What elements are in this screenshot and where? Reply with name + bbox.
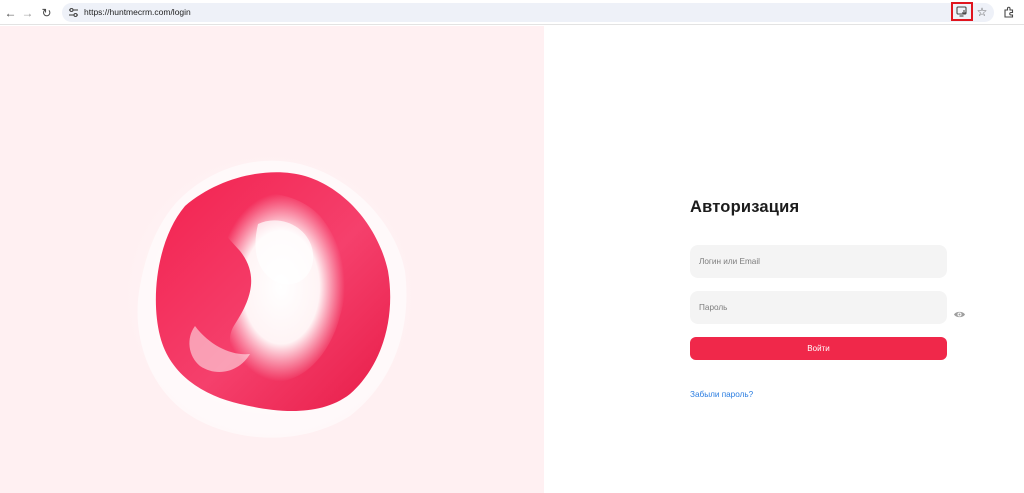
reload-icon[interactable]: ↻ (38, 4, 55, 21)
login-email-input[interactable] (690, 245, 947, 278)
login-submit-button[interactable]: Войти (690, 337, 947, 360)
bookmark-star-icon[interactable]: ☆ (975, 4, 989, 20)
login-panel: Авторизация Войти Забыли пароль? (544, 26, 1024, 493)
extensions-icon[interactable] (1001, 4, 1017, 20)
install-app-icon (956, 6, 967, 17)
install-app-button[interactable] (951, 2, 973, 21)
forgot-password-link[interactable]: Забыли пароль? (690, 390, 753, 399)
hero-illustration-panel (0, 26, 544, 493)
page-title: Авторизация (690, 198, 800, 216)
site-settings-icon[interactable] (67, 6, 80, 19)
url-text: https://huntmecrm.com/login (84, 7, 191, 17)
pink-blob-illustration (122, 151, 418, 441)
show-password-eye-icon[interactable] (953, 308, 966, 321)
browser-toolbar: ← → ↻ https://huntmecrm.com/login ☆ (0, 0, 1024, 25)
forward-icon[interactable]: → (19, 4, 36, 21)
address-bar[interactable]: https://huntmecrm.com/login (62, 3, 994, 22)
back-icon[interactable]: ← (2, 4, 19, 21)
password-input[interactable] (690, 291, 947, 324)
